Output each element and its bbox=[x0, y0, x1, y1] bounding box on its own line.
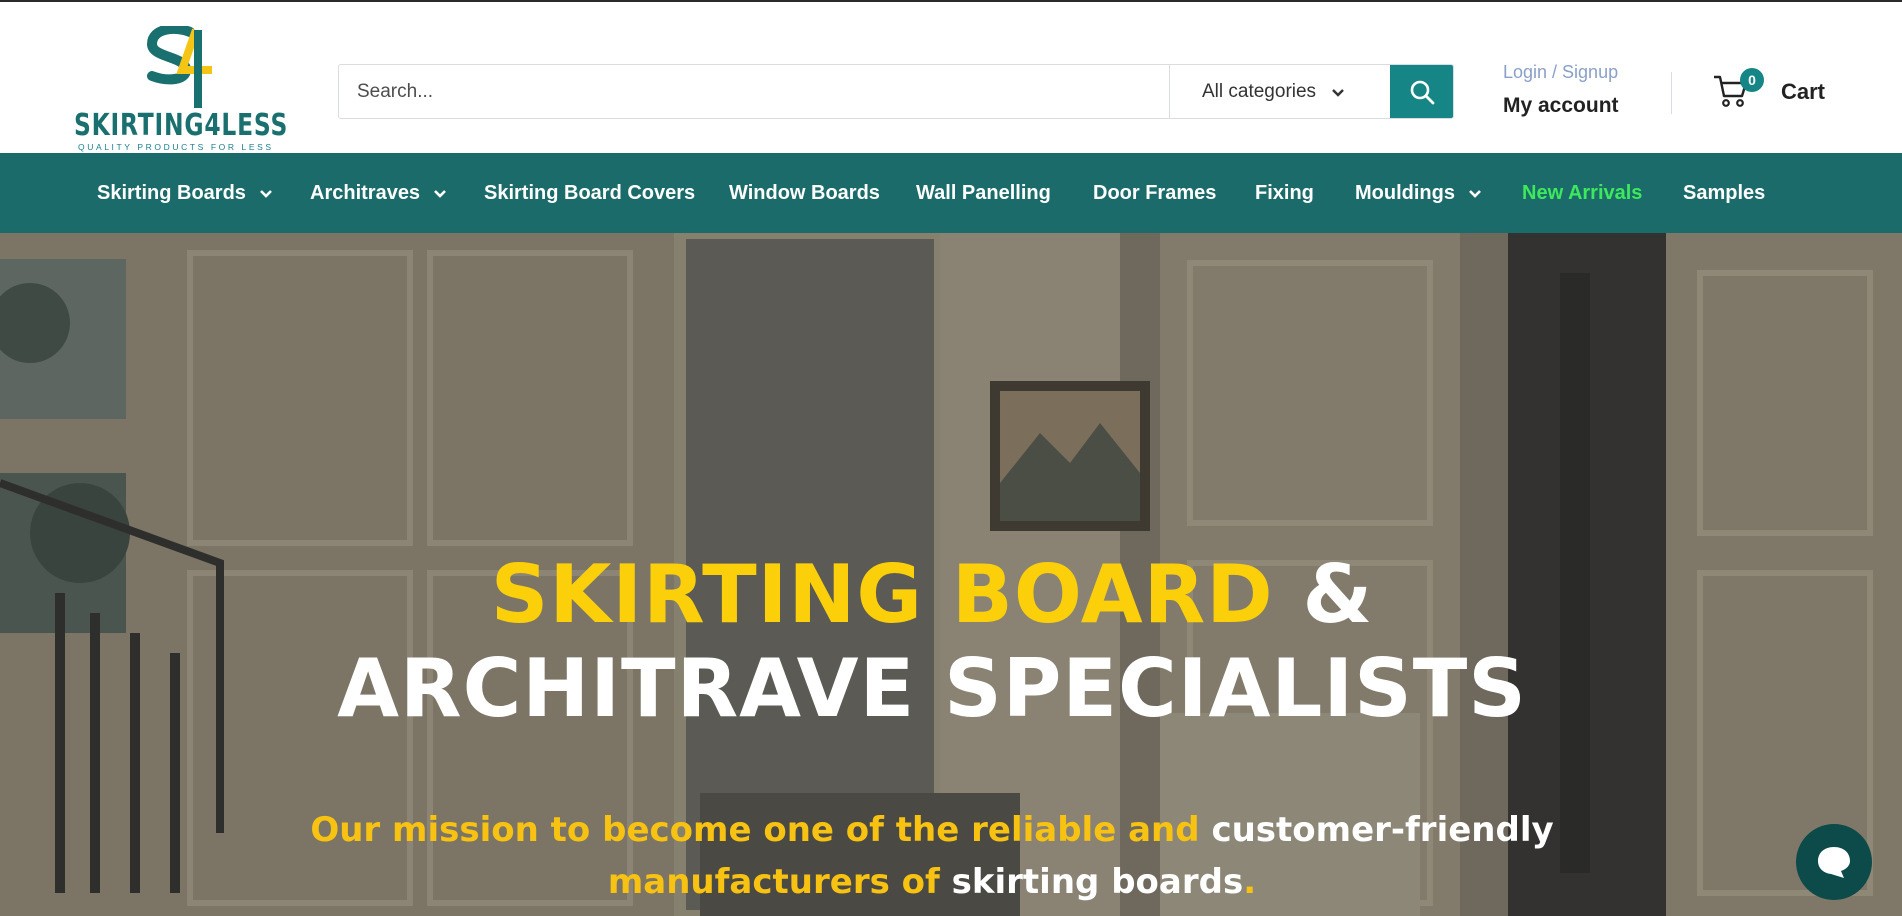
site-header: SKIRTING4LESS QUALITY PRODUCTS FOR LESS … bbox=[0, 0, 1902, 153]
nav-item-label: Window Boards bbox=[729, 181, 880, 204]
nav-item-label: New Arrivals bbox=[1522, 181, 1643, 204]
hero-title-part2: & bbox=[1302, 548, 1374, 641]
site-logo[interactable]: SKIRTING4LESS QUALITY PRODUCTS FOR LESS bbox=[74, 26, 289, 152]
main-nav: Skirting Boards Architraves Skirting Boa… bbox=[0, 153, 1902, 233]
cart-label: Cart bbox=[1781, 79, 1826, 104]
category-select-label: All categories bbox=[1202, 80, 1317, 102]
hero-title: SKIRTING BOARD & ARCHITRAVE SPECIALISTS bbox=[0, 548, 1864, 736]
nav-item-label: Architraves bbox=[310, 181, 421, 204]
cart-count-badge: 0 bbox=[1740, 68, 1764, 92]
login-signup-link[interactable]: Login / Signup bbox=[1503, 62, 1643, 88]
header-divider bbox=[1671, 72, 1672, 114]
chat-bubble-icon bbox=[1818, 847, 1850, 878]
category-select[interactable]: All categories bbox=[1169, 65, 1390, 118]
logo-tagline: QUALITY PRODUCTS FOR LESS bbox=[78, 142, 274, 152]
search-bar: All categories bbox=[338, 64, 1454, 119]
nav-item-wall-panelling[interactable]: Wall Panelling bbox=[916, 153, 1051, 233]
hero-banner: SKIRTING BOARD & ARCHITRAVE SPECIALISTS … bbox=[0, 233, 1902, 916]
cart-button[interactable]: 0 Cart bbox=[1713, 66, 1833, 116]
nav-item-label: Wall Panelling bbox=[916, 181, 1051, 204]
logo-mark-icon bbox=[146, 26, 212, 108]
hero-subtitle-part5: . bbox=[1243, 862, 1257, 902]
search-input[interactable] bbox=[339, 65, 1169, 118]
nav-item-label: Skirting Board Covers bbox=[484, 181, 696, 204]
nav-item-label: Skirting Boards bbox=[97, 181, 246, 204]
chevron-down-icon bbox=[260, 190, 272, 198]
chevron-down-icon bbox=[434, 190, 446, 198]
nav-item-mouldings[interactable]: Mouldings bbox=[1355, 153, 1483, 233]
hero-subtitle-part1: Our mission to become one of the reliabl… bbox=[310, 810, 1200, 850]
chat-launcher-button[interactable] bbox=[1796, 824, 1872, 900]
my-account-link[interactable]: My account bbox=[1503, 94, 1643, 118]
nav-item-label: Door Frames bbox=[1093, 181, 1217, 204]
hero-subtitle-part2: customer-friendly bbox=[1211, 810, 1554, 850]
nav-item-door-frames[interactable]: Door Frames bbox=[1093, 153, 1216, 233]
nav-item-label: Fixing bbox=[1255, 181, 1314, 204]
nav-item-label: Mouldings bbox=[1355, 181, 1455, 204]
nav-item-fixing[interactable]: Fixing bbox=[1255, 153, 1314, 233]
logo-wordmark: SKIRTING4LESS bbox=[74, 108, 289, 143]
hero-subtitle: Our mission to become one of the reliabl… bbox=[0, 804, 1864, 908]
nav-item-window-boards[interactable]: Window Boards bbox=[729, 153, 880, 233]
nav-item-new-arrivals[interactable]: New Arrivals bbox=[1522, 153, 1642, 233]
nav-item-skirting-board-covers[interactable]: Skirting Board Covers bbox=[484, 153, 695, 233]
search-button[interactable] bbox=[1390, 65, 1453, 118]
nav-item-samples[interactable]: Samples bbox=[1683, 153, 1765, 233]
chevron-down-icon bbox=[1332, 88, 1344, 97]
search-icon bbox=[1410, 80, 1434, 104]
hero-subtitle-part4: skirting boards bbox=[951, 862, 1244, 902]
hero-title-part3: ARCHITRAVE SPECIALISTS bbox=[337, 642, 1527, 735]
hero-title-part1: SKIRTING BOARD bbox=[490, 548, 1274, 641]
nav-item-architraves[interactable]: Architraves bbox=[310, 153, 448, 233]
account-area: Login / Signup My account bbox=[1503, 62, 1643, 118]
hero-subtitle-part3: manufacturers of bbox=[607, 862, 940, 902]
nav-item-label: Samples bbox=[1683, 181, 1766, 204]
nav-item-skirting-boards[interactable]: Skirting Boards bbox=[97, 153, 274, 233]
chevron-down-icon bbox=[1469, 190, 1481, 198]
